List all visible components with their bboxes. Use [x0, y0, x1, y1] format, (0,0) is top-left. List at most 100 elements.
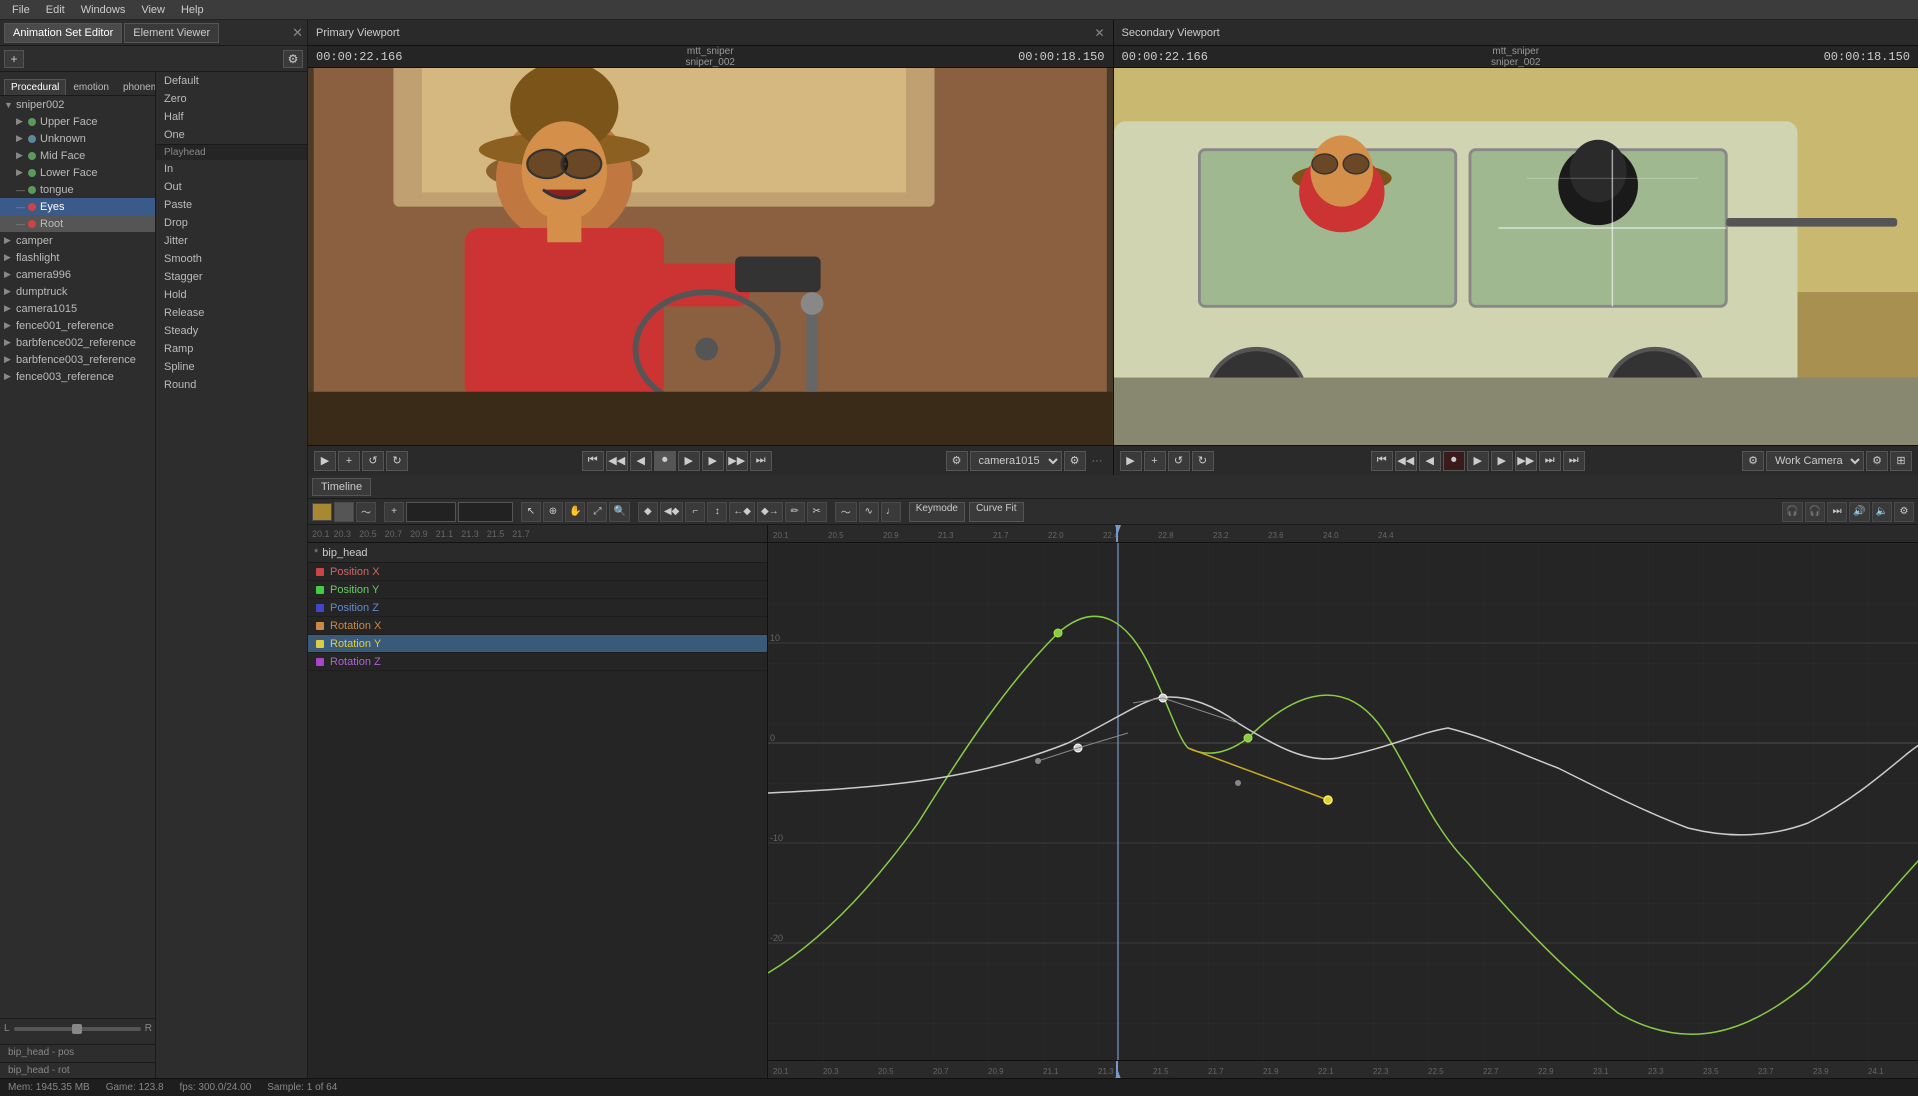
curve-fit-button[interactable]: Curve Fit: [969, 502, 1024, 522]
interp-out[interactable]: Out: [156, 178, 307, 196]
value-input[interactable]: -0.21: [458, 502, 513, 522]
interp-round[interactable]: Round: [156, 376, 307, 394]
sv-extra[interactable]: ⊞: [1890, 451, 1912, 471]
sv-cam-settings[interactable]: ⚙: [1866, 451, 1888, 471]
vp-settings-button[interactable]: ⚙: [946, 451, 968, 471]
tl-vol2[interactable]: 🔈: [1872, 502, 1892, 522]
tl-wave-btn[interactable]: 〜: [356, 502, 376, 522]
tree-item-fence001[interactable]: ▶ fence001_reference: [0, 317, 155, 334]
interp-steady[interactable]: Steady: [156, 322, 307, 340]
menu-view[interactable]: View: [133, 2, 173, 18]
vp-cam-settings[interactable]: ⚙: [1064, 451, 1086, 471]
sv-settings-button[interactable]: ⚙: [1742, 451, 1764, 471]
tl-pen-btn[interactable]: ✏: [785, 502, 805, 522]
sv-frame-back-button[interactable]: ◀: [1419, 451, 1441, 471]
interp-paste[interactable]: Paste: [156, 196, 307, 214]
tl-extra[interactable]: ⚙: [1894, 502, 1914, 522]
tree-item-flashlight[interactable]: ▶ flashlight: [0, 249, 155, 266]
tl-vol1[interactable]: 🔊: [1849, 502, 1869, 522]
tree-item-camera1015[interactable]: ▶ camera1015: [0, 300, 155, 317]
slider-thumb[interactable]: [72, 1024, 82, 1034]
interp-half[interactable]: Half: [156, 108, 307, 126]
secondary-viewport-image[interactable]: [1114, 68, 1918, 445]
sv-redo-button[interactable]: ↻: [1192, 451, 1214, 471]
keymode-button[interactable]: Keymode: [909, 502, 965, 522]
tree-item-eyes[interactable]: — Eyes: [0, 198, 155, 215]
tree-item-upper-face[interactable]: ▶ Upper Face: [0, 113, 155, 130]
settings-button[interactable]: ⚙: [283, 50, 303, 68]
sub-tab-procedural[interactable]: Procedural: [4, 79, 66, 95]
tl-key-btn4[interactable]: ↕: [707, 502, 727, 522]
sv-add-button[interactable]: +: [1144, 451, 1166, 471]
tl-select-btn[interactable]: ↖: [521, 502, 541, 522]
tree-item-fence003[interactable]: ▶ fence003_reference: [0, 368, 155, 385]
tree-item-dumptruck[interactable]: ▶ dumptruck: [0, 283, 155, 300]
interp-hold[interactable]: Hold: [156, 286, 307, 304]
sub-tab-phoneme[interactable]: phoneme: [116, 79, 156, 95]
interp-smooth[interactable]: Smooth: [156, 250, 307, 268]
track-row-pos-z[interactable]: Position Z: [308, 599, 767, 617]
tl-color-btn[interactable]: [312, 503, 332, 521]
vp-add-button[interactable]: +: [338, 451, 360, 471]
sv-next-button[interactable]: ⏭: [1539, 451, 1561, 471]
menu-edit[interactable]: Edit: [38, 2, 73, 18]
interp-drop[interactable]: Drop: [156, 214, 307, 232]
camera-select[interactable]: camera1015: [970, 451, 1062, 471]
tree-item-tongue[interactable]: — tongue: [0, 181, 155, 198]
menu-file[interactable]: File: [4, 2, 38, 18]
sv-prev-button[interactable]: ⏮: [1371, 451, 1393, 471]
interp-release[interactable]: Release: [156, 304, 307, 322]
tab-element-viewer[interactable]: Element Viewer: [124, 23, 219, 43]
tl-add-key-btn[interactable]: +: [384, 502, 404, 522]
tl-curve-btn[interactable]: 〜: [835, 502, 857, 522]
track-row-rot-z[interactable]: Rotation Z: [308, 653, 767, 671]
interp-default[interactable]: Default: [156, 72, 307, 90]
tl-transform-btn[interactable]: ⊕: [543, 502, 563, 522]
tl-pan-btn[interactable]: ✋: [565, 502, 585, 522]
tl-key-btn2[interactable]: ◀◆: [660, 502, 683, 522]
vp-fwd-button[interactable]: ▶▶: [726, 451, 748, 471]
interp-ramp[interactable]: Ramp: [156, 340, 307, 358]
sv-play2-button[interactable]: ▶: [1467, 451, 1489, 471]
tl-key-btn6[interactable]: ◆→: [757, 502, 783, 522]
sv-play-button[interactable]: ▶: [1120, 451, 1142, 471]
tl-beat-btn[interactable]: ♩: [881, 502, 901, 522]
tree-item-lower-face[interactable]: ▶ Lower Face: [0, 164, 155, 181]
left-panel-close[interactable]: ✕: [292, 25, 303, 41]
tl-search-btn[interactable]: 🔍: [609, 502, 629, 522]
add-button[interactable]: +: [4, 50, 24, 68]
interp-zero[interactable]: Zero: [156, 90, 307, 108]
tree-item-camera996[interactable]: ▶ camera996: [0, 266, 155, 283]
tl-key-btn5[interactable]: ←◆: [729, 502, 755, 522]
tl-key-btn3[interactable]: ⌐: [685, 502, 705, 522]
track-row-pos-x[interactable]: Position X: [308, 563, 767, 581]
sv-fwd-button[interactable]: ▶▶: [1515, 451, 1537, 471]
primary-viewport-image[interactable]: [308, 68, 1113, 445]
tree-item-barbfence003[interactable]: ▶ barbfence003_reference: [0, 351, 155, 368]
interp-in[interactable]: In: [156, 160, 307, 178]
sv-camera-select[interactable]: Work Camera: [1766, 451, 1864, 471]
timeline-tab[interactable]: Timeline: [312, 478, 371, 496]
tree-root[interactable]: ▼ sniper002: [0, 96, 155, 113]
sv-record-button[interactable]: ⏺: [1443, 451, 1465, 471]
vp-next-button[interactable]: ⏭: [750, 451, 772, 471]
vp-prev-button[interactable]: ⏮: [582, 451, 604, 471]
track-row-pos-y[interactable]: Position Y: [308, 581, 767, 599]
vp-record-button[interactable]: ⏺: [654, 451, 676, 471]
tl-zoom-btn[interactable]: ⤢: [587, 502, 607, 522]
vp-frame-back-button[interactable]: ◀: [630, 451, 652, 471]
tl-headphone1[interactable]: 🎧: [1782, 502, 1802, 522]
interp-one[interactable]: One: [156, 126, 307, 144]
interp-stagger[interactable]: Stagger: [156, 268, 307, 286]
track-row-rot-x[interactable]: Rotation X: [308, 617, 767, 635]
menu-help[interactable]: Help: [173, 2, 212, 18]
tl-wave2-btn[interactable]: ∿: [859, 502, 879, 522]
frame-number-input[interactable]: 134: [406, 502, 456, 522]
interp-spline[interactable]: Spline: [156, 358, 307, 376]
tab-animation-set-editor[interactable]: Animation Set Editor: [4, 23, 122, 43]
vp-play2-button[interactable]: ▶: [678, 451, 700, 471]
tree-item-root[interactable]: — Root: [0, 215, 155, 232]
tree-item-barbfence002[interactable]: ▶ barbfence002_reference: [0, 334, 155, 351]
vp-redo-button[interactable]: ↻: [386, 451, 408, 471]
tl-edit-btn[interactable]: ✂: [807, 502, 827, 522]
